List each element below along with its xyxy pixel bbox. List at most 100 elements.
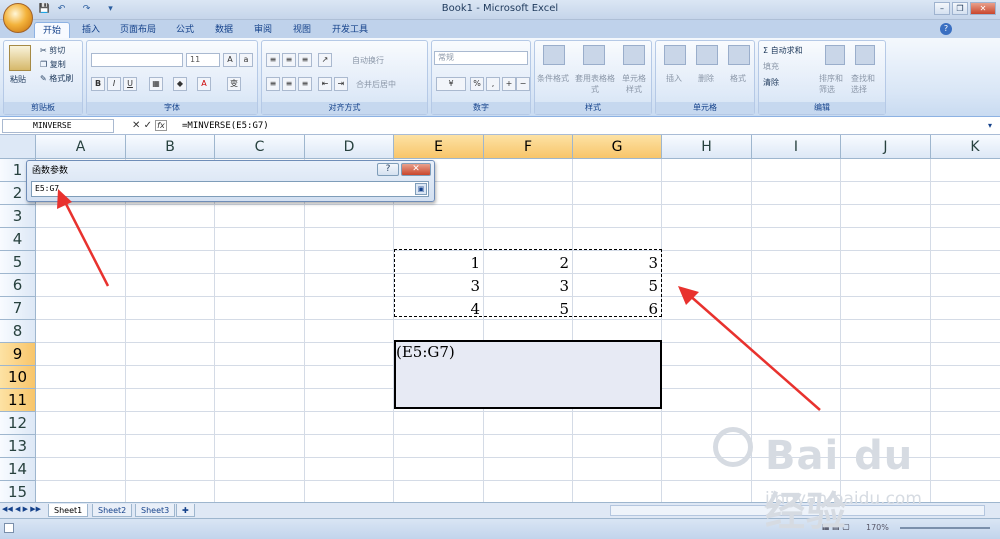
customize-qat-icon[interactable]: ▾	[104, 3, 117, 16]
row-header-11[interactable]: 11	[0, 389, 36, 412]
align-left-icon[interactable]: ≡	[266, 77, 280, 91]
tab-developer[interactable]: 开发工具	[324, 22, 376, 38]
column-header-e[interactable]: E	[394, 135, 484, 159]
increase-indent-icon[interactable]: ⇥	[334, 77, 348, 91]
wrap-text-button[interactable]: 自动换行	[352, 55, 384, 66]
format-cells-button[interactable]: 格式	[730, 73, 746, 84]
row-header-8[interactable]: 8	[0, 320, 36, 343]
grow-font-icon[interactable]: A	[223, 53, 237, 67]
font-color-icon[interactable]: A	[197, 77, 211, 91]
align-top-icon[interactable]: ≡	[266, 53, 280, 67]
row-header-3[interactable]: 3	[0, 205, 36, 228]
sort-filter-button[interactable]: 排序和筛选	[819, 73, 849, 95]
expand-formula-icon[interactable]: ▾	[988, 119, 998, 133]
copy-button[interactable]: ❐ 复制	[40, 59, 66, 70]
editing-cell-text[interactable]: (E5:G7)	[396, 343, 455, 361]
row-header-10[interactable]: 10	[0, 366, 36, 389]
office-button[interactable]	[3, 3, 33, 33]
find-select-button[interactable]: 查找和选择	[851, 73, 881, 95]
tab-data[interactable]: 数据	[207, 22, 241, 38]
tab-review[interactable]: 审阅	[246, 22, 280, 38]
decrease-decimal-icon[interactable]: −	[516, 77, 530, 91]
clear-button[interactable]: 清除	[763, 77, 779, 88]
tab-page-layout[interactable]: 页面布局	[112, 22, 164, 38]
row-header-9[interactable]: 9	[0, 343, 36, 366]
column-header-h[interactable]: H	[662, 135, 752, 159]
autosum-button[interactable]: Σ 自动求和	[763, 45, 803, 56]
dialog-close-button[interactable]: ✕	[401, 163, 431, 176]
column-header-b[interactable]: B	[126, 135, 215, 159]
dialog-help-button[interactable]: ?	[377, 163, 399, 176]
align-middle-icon[interactable]: ≡	[282, 53, 296, 67]
row-header-7[interactable]: 7	[0, 297, 36, 320]
select-all-corner[interactable]	[0, 135, 36, 159]
merge-center-button[interactable]: 合并后居中	[356, 79, 396, 90]
column-header-a[interactable]: A	[36, 135, 126, 159]
increase-decimal-icon[interactable]: +	[502, 77, 516, 91]
sheet-tab-2[interactable]: Sheet2	[92, 504, 133, 517]
decrease-indent-icon[interactable]: ⇤	[318, 77, 332, 91]
fill-color-icon[interactable]: ◆	[173, 77, 187, 91]
table-format-button[interactable]: 套用表格格式	[575, 73, 615, 95]
font-name-combo[interactable]	[91, 53, 183, 67]
close-button[interactable]: ✕	[970, 2, 996, 15]
macro-record-icon[interactable]	[4, 523, 14, 533]
expand-dialog-icon[interactable]: ▣	[415, 183, 427, 195]
column-header-k[interactable]: K	[931, 135, 1000, 159]
column-header-g[interactable]: G	[573, 135, 662, 159]
paste-icon[interactable]	[9, 45, 31, 71]
number-format-combo[interactable]: 常规	[434, 51, 528, 65]
undo-icon[interactable]: ↶	[55, 3, 68, 16]
align-right-icon[interactable]: ≡	[298, 77, 312, 91]
help-icon[interactable]: ?	[940, 23, 952, 35]
sheet-nav-icons[interactable]: ◀◀ ◀ ▶ ▶▶	[2, 505, 41, 513]
row-header-6[interactable]: 6	[0, 274, 36, 297]
fill-button[interactable]: 填充	[763, 61, 779, 72]
column-header-c[interactable]: C	[215, 135, 305, 159]
currency-icon[interactable]: ¥	[436, 77, 466, 91]
tab-view[interactable]: 视图	[285, 22, 319, 38]
tab-insert[interactable]: 插入	[74, 22, 108, 38]
format-painter-button[interactable]: ✎ 格式刷	[40, 73, 73, 84]
border-icon[interactable]: ▦	[149, 77, 163, 91]
row-header-4[interactable]: 4	[0, 228, 36, 251]
italic-button[interactable]: I	[107, 77, 121, 91]
align-center-icon[interactable]: ≡	[282, 77, 296, 91]
paste-button[interactable]: 粘贴	[10, 74, 26, 85]
column-header-j[interactable]: J	[841, 135, 931, 159]
insert-cells-button[interactable]: 插入	[666, 73, 682, 84]
minimize-button[interactable]: –	[934, 2, 950, 15]
new-sheet-icon[interactable]: ✚	[176, 504, 195, 517]
orientation-icon[interactable]: ↗	[318, 53, 332, 67]
enter-icon[interactable]: ✓	[144, 120, 152, 131]
tab-formulas[interactable]: 公式	[168, 22, 202, 38]
percent-button[interactable]: %	[470, 77, 484, 91]
name-box[interactable]: MINVERSE	[2, 119, 114, 133]
phonetic-icon[interactable]: 变	[227, 77, 241, 91]
column-header-d[interactable]: D	[305, 135, 394, 159]
column-header-i[interactable]: I	[752, 135, 841, 159]
cell-styles-button[interactable]: 单元格样式	[619, 73, 649, 95]
comma-button[interactable]: ,	[486, 77, 500, 91]
tab-home[interactable]: 开始	[34, 22, 71, 38]
underline-button[interactable]: U	[123, 77, 137, 91]
bold-button[interactable]: B	[91, 77, 105, 91]
restore-button[interactable]: ❐	[952, 2, 968, 15]
redo-icon[interactable]: ↷	[80, 3, 93, 16]
sheet-tab-1[interactable]: Sheet1	[48, 504, 89, 517]
formula-input[interactable]: =MINVERSE(E5:G7)	[182, 119, 982, 133]
delete-cells-button[interactable]: 删除	[698, 73, 714, 84]
align-bottom-icon[interactable]: ≡	[298, 53, 312, 67]
row-header-13[interactable]: 13	[0, 435, 36, 458]
row-header-12[interactable]: 12	[0, 412, 36, 435]
shrink-font-icon[interactable]: a	[239, 53, 253, 67]
font-size-combo[interactable]: 11	[186, 53, 220, 67]
row-header-14[interactable]: 14	[0, 458, 36, 481]
cancel-icon[interactable]: ✕	[132, 120, 140, 131]
row-header-15[interactable]: 15	[0, 481, 36, 502]
conditional-format-button[interactable]: 条件格式	[537, 73, 569, 84]
save-icon[interactable]: 💾	[38, 3, 51, 16]
range-input[interactable]: E5:G7	[31, 181, 429, 197]
insert-function-icon[interactable]: fx	[155, 120, 167, 131]
cut-button[interactable]: ✂ 剪切	[40, 45, 65, 56]
